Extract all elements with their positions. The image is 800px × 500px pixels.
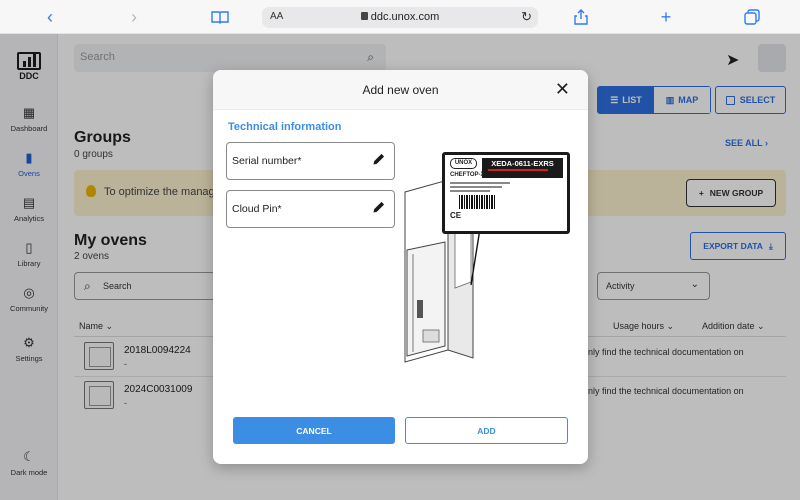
forward-icon[interactable]: ›	[124, 7, 144, 27]
browser-toolbar: ‹ › AA ddc.unox.com ↻ +	[0, 0, 800, 34]
reload-icon[interactable]: ↻	[521, 9, 532, 25]
label-fineprint	[450, 182, 510, 184]
address-bar[interactable]: AA ddc.unox.com ↻	[262, 7, 538, 28]
cancel-button[interactable]: CANCEL	[233, 417, 395, 444]
back-icon[interactable]: ‹	[40, 7, 60, 27]
url-text: ddc.unox.com	[370, 11, 440, 23]
serial-underline	[488, 169, 548, 171]
label-fineprint	[450, 190, 490, 192]
serial-highlight: XEDA-0611-EXRS	[482, 158, 563, 178]
add-button[interactable]: ADD	[405, 417, 568, 444]
pencil-icon[interactable]	[372, 200, 386, 214]
modal-title: Add new oven	[362, 83, 439, 97]
close-icon[interactable]: ✕	[555, 79, 570, 99]
label-model: CHEFTOP-X	[450, 172, 485, 178]
book-icon[interactable]	[210, 7, 230, 27]
serial-number-field[interactable]: Serial number*	[226, 142, 395, 180]
label-fineprint	[450, 186, 502, 188]
barcode	[459, 195, 495, 209]
cloud-pin-field[interactable]: Cloud Pin*	[226, 190, 395, 228]
ce-mark: CE	[450, 211, 462, 220]
serial-number-label: Serial number*	[232, 155, 302, 167]
lock-icon	[360, 12, 368, 20]
section-title: Technical information	[228, 121, 342, 133]
share-icon[interactable]	[571, 7, 591, 27]
cloud-pin-label: Cloud Pin*	[232, 203, 282, 215]
brand-logo: UNOX	[450, 158, 477, 169]
pencil-icon[interactable]	[372, 152, 386, 166]
label-serial: XEDA-0611-EXRS	[491, 159, 554, 168]
rating-label-card: UNOX XEDA-0611-EXRS CHEFTOP-X CE	[442, 152, 570, 234]
plus-icon[interactable]: +	[656, 7, 676, 27]
add-oven-modal: Add new oven ✕ Technical information Ser…	[213, 70, 588, 464]
tabs-icon[interactable]	[742, 7, 762, 27]
modal-header: Add new oven ✕	[213, 70, 588, 110]
